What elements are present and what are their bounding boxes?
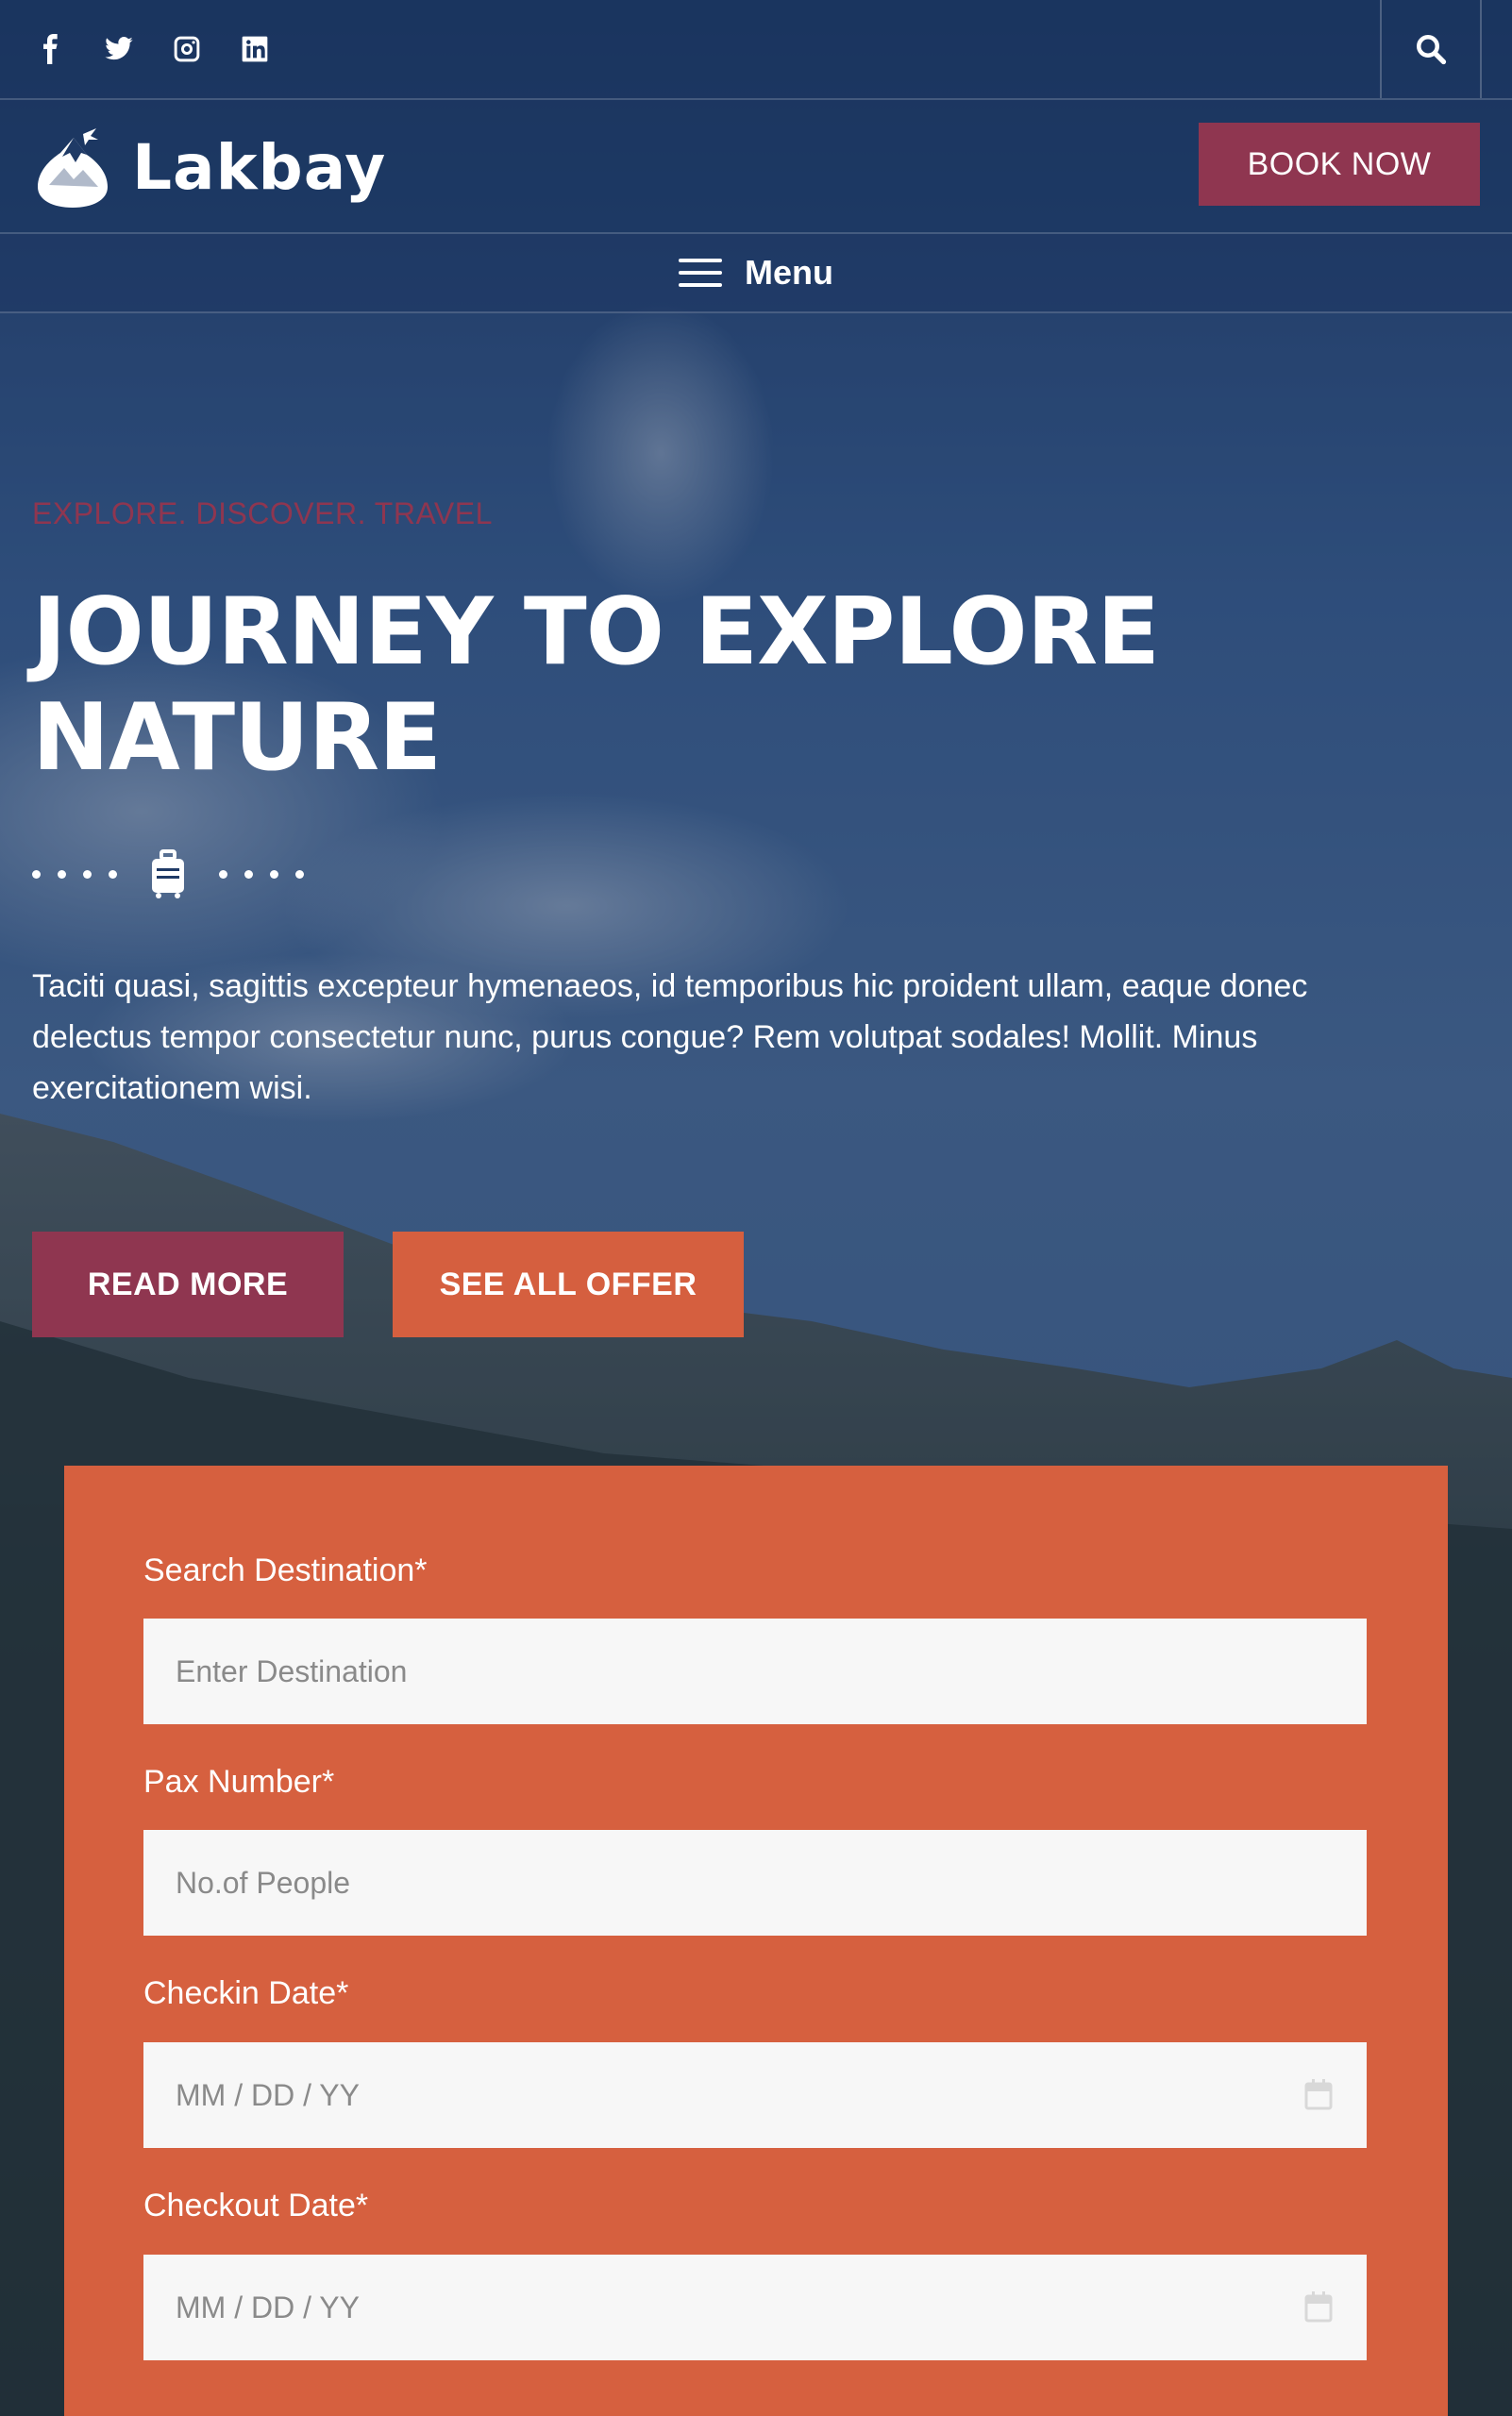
- checkout-label: Checkout Date*: [143, 2188, 369, 2223]
- booking-form: Search Destination* Enter Destination Pa…: [64, 1466, 1448, 2416]
- pax-input[interactable]: No.of People: [143, 1830, 1367, 1936]
- checkin-date-input[interactable]: MM / DD / YY: [143, 2042, 1367, 2148]
- instagram-icon[interactable]: [170, 32, 204, 66]
- checkout-placeholder: MM / DD / YY: [176, 2290, 360, 2324]
- facebook-icon[interactable]: [34, 32, 68, 66]
- see-all-offer-button[interactable]: SEE ALL OFFER: [393, 1232, 744, 1337]
- destination-label: Search Destination*: [143, 1552, 428, 1588]
- checkin-placeholder: MM / DD / YY: [176, 2077, 360, 2112]
- checkin-label: Checkin Date*: [143, 1975, 349, 2011]
- book-now-button[interactable]: BOOK NOW: [1199, 123, 1480, 206]
- menu-label: Menu: [745, 253, 833, 292]
- social-links: [34, 0, 272, 98]
- mountain-logo-icon: [38, 128, 108, 208]
- top-bar: [0, 0, 1512, 100]
- linkedin-icon[interactable]: [238, 32, 272, 66]
- site-logo[interactable]: Lakbay: [32, 125, 386, 210]
- luggage-icon: [152, 849, 184, 898]
- hero-divider: [32, 849, 304, 898]
- read-more-button[interactable]: READ MORE: [32, 1232, 344, 1337]
- site-header: Lakbay BOOK NOW: [0, 100, 1512, 234]
- hero-tagline: EXPLORE. DISCOVER. TRAVEL: [32, 496, 493, 530]
- menu-toggle[interactable]: Menu: [0, 234, 1512, 313]
- twitter-icon[interactable]: [102, 32, 136, 66]
- search-icon: [1417, 35, 1447, 65]
- pax-label: Pax Number*: [143, 1764, 335, 1800]
- hero-title: JOURNEY TO EXPLORE NATURE: [32, 579, 1160, 792]
- calendar-icon[interactable]: [1304, 2290, 1333, 2323]
- logo-text: Lakbay: [132, 130, 387, 204]
- hamburger-icon: [679, 257, 722, 289]
- hero-description: Taciti quasi, sagittis excepteur hymenae…: [32, 968, 1308, 1106]
- search-button[interactable]: [1380, 0, 1482, 98]
- calendar-icon[interactable]: [1304, 2078, 1333, 2110]
- destination-input[interactable]: Enter Destination: [143, 1619, 1367, 1724]
- checkout-date-input[interactable]: MM / DD / YY: [143, 2255, 1367, 2360]
